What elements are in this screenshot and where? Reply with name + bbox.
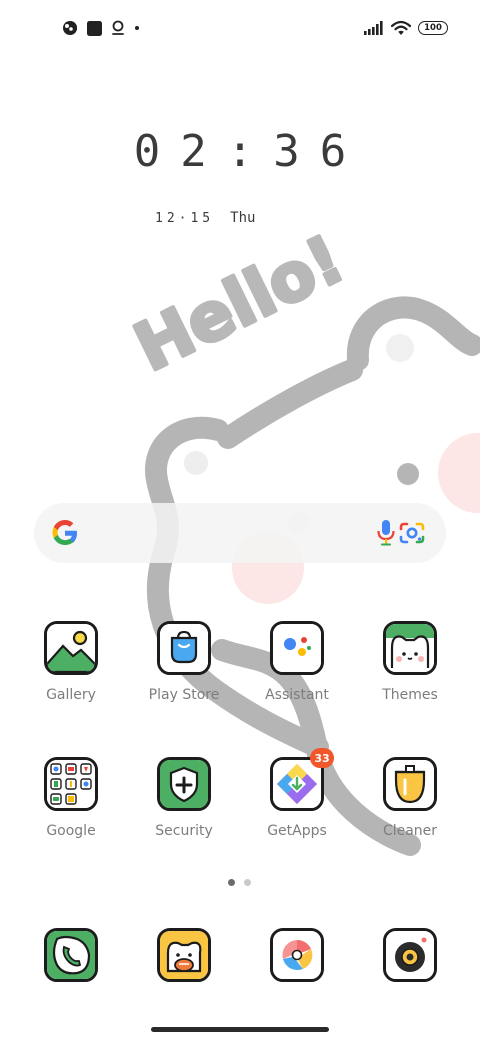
app-security[interactable]: Security [134,757,234,840]
clock-weekday: Thu [230,210,256,226]
app-folder-google[interactable]: Google [21,757,121,840]
date-row[interactable]: 12·15 Thu [155,208,255,228]
wallpaper-bear-top [217,359,363,449]
assistant-icon [270,621,324,675]
app-label: Assistant [265,687,329,703]
battery-level: 100 [424,22,442,33]
clock-date: 12·15 [155,210,215,226]
google-search-bar[interactable] [34,503,446,563]
google-lens-icon[interactable] [398,520,426,546]
app-assistant[interactable]: Assistant [247,621,347,704]
location-icon [112,20,124,35]
app-cleaner[interactable]: Cleaner [360,757,460,840]
app-themes[interactable]: Themes [360,621,460,704]
google-folder-icon [44,757,98,811]
app-getapps[interactable]: 33 GetApps [247,748,347,840]
dock-app-messaging[interactable] [134,928,234,982]
page-dot-active[interactable] [228,879,235,886]
status-bar: 100 [0,0,480,56]
wallpaper-hello-text: Hello! [123,220,355,386]
themes-icon [383,621,437,675]
dock-app-phone[interactable] [21,928,121,982]
app-label: Security [155,823,213,839]
app-label: GetApps [267,823,327,839]
dock-app-browser[interactable] [247,928,347,982]
wallpaper-bear-ear-inner [386,334,414,362]
app-label: Gallery [46,687,96,703]
dock-app-camera[interactable] [360,928,460,982]
notification-badge: 33 [310,748,334,768]
wifi-icon [391,20,411,35]
wallpaper-bear-eye-left [184,451,208,475]
messaging-icon [157,928,211,982]
camera-icon [383,928,437,982]
microphone-icon[interactable] [375,519,397,547]
phone-icon [44,928,98,982]
wallpaper-bear-eye-right [397,463,419,485]
app-gallery[interactable]: Gallery [21,621,121,704]
battery-icon: 100 [418,21,448,35]
dot-icon [135,26,139,30]
browser-icon [270,928,324,982]
signal-icon [364,21,383,35]
app-label: Play Store [148,687,220,703]
page-indicator[interactable] [228,879,251,886]
wallpaper-blush-right [438,433,480,513]
app-play-store[interactable]: Play Store [134,621,234,704]
palette-icon [63,21,77,35]
app-label: Cleaner [382,823,438,839]
home-indicator-bar[interactable] [151,1027,329,1032]
google-logo-icon [52,520,77,545]
app-label: Themes [382,687,438,703]
square-icon [87,20,102,36]
gallery-icon [44,621,98,675]
cleaner-icon [383,757,437,811]
clock-time[interactable]: 02:36 [0,126,480,177]
security-icon [157,757,211,811]
page-dot[interactable] [244,879,251,886]
play-store-icon [157,621,211,675]
app-label: Google [46,823,96,839]
wallpaper-bear-ear [346,296,480,371]
